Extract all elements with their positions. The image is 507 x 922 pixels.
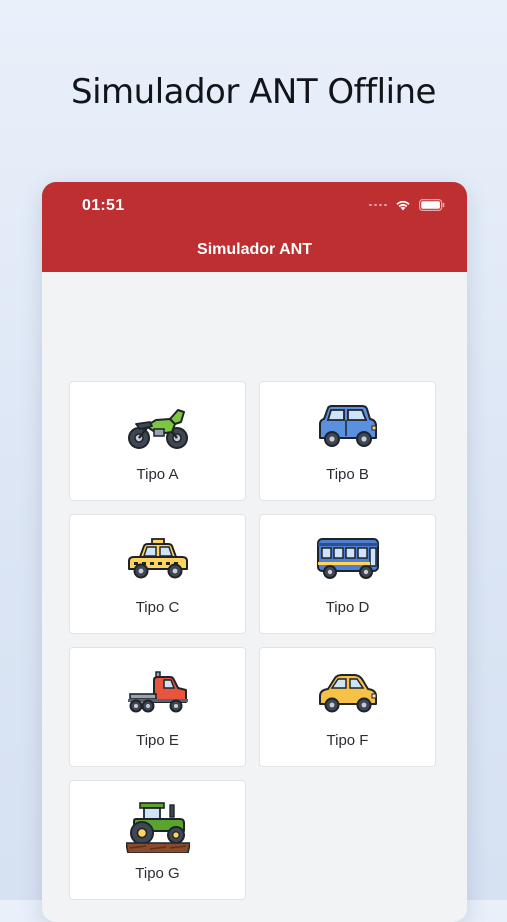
bus-icon <box>316 535 380 587</box>
tractor-icon <box>125 801 191 854</box>
taxi-icon <box>126 535 190 587</box>
vehicle-card-label: Tipo A <box>136 466 179 483</box>
vehicle-card-label: Tipo E <box>136 732 179 749</box>
cellular-signal-icon <box>369 204 387 206</box>
vehicle-card-label: Tipo B <box>326 466 369 483</box>
app-header: 01:51 Simulador ANT <box>42 182 467 272</box>
truck-icon <box>126 668 190 720</box>
app-screen: 01:51 Simulador ANT Tipo A Tipo B Tipo C… <box>42 182 467 922</box>
wifi-icon <box>396 200 410 211</box>
battery-icon <box>419 199 445 211</box>
vehicle-card-tipo-d[interactable]: Tipo D <box>259 514 436 634</box>
promo-title: Simulador ANT Offline <box>71 72 436 112</box>
vehicle-card-label: Tipo F <box>326 732 369 749</box>
vehicle-card-tipo-g[interactable]: Tipo G <box>69 780 246 900</box>
nav-title: Simulador ANT <box>197 241 312 258</box>
status-time: 01:51 <box>82 197 125 214</box>
vehicle-card-tipo-f[interactable]: Tipo F <box>259 647 436 767</box>
motorcycle-icon <box>126 402 190 454</box>
vehicle-card-tipo-b[interactable]: Tipo B <box>259 381 436 501</box>
vehicle-card-label: Tipo D <box>325 599 370 616</box>
status-icons <box>369 199 445 211</box>
vehicle-card-tipo-c[interactable]: Tipo C <box>69 514 246 634</box>
vehicle-card-tipo-e[interactable]: Tipo E <box>69 647 246 767</box>
vehicle-card-label: Tipo G <box>135 865 180 882</box>
suv-icon <box>316 402 380 454</box>
vehicle-card-tipo-a[interactable]: Tipo A <box>69 381 246 501</box>
vehicle-card-label: Tipo C <box>135 599 180 616</box>
car-icon <box>316 668 380 720</box>
